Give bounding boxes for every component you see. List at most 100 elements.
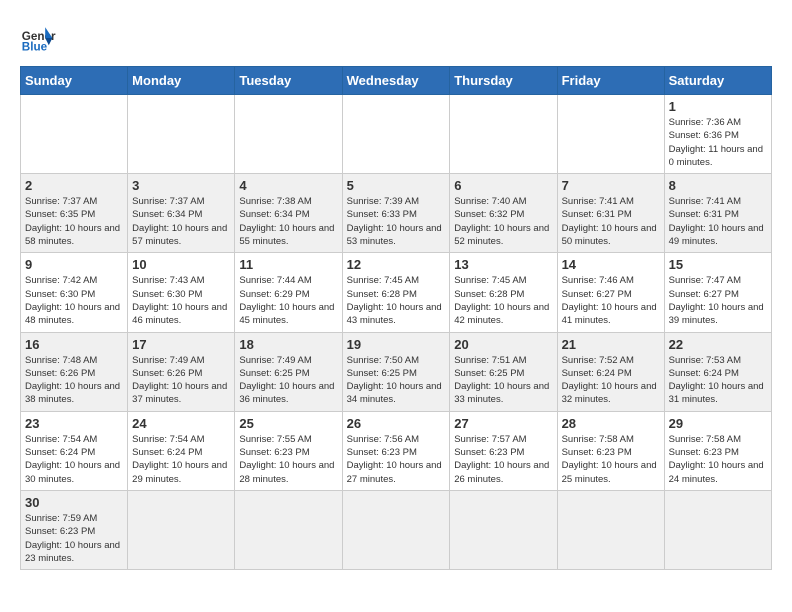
day-info: Sunrise: 7:38 AM Sunset: 6:34 PM Dayligh… [239,195,337,248]
day-number: 2 [25,178,123,193]
day-number: 9 [25,257,123,272]
day-number: 3 [132,178,230,193]
header-thursday: Thursday [450,67,557,95]
day-info: Sunrise: 7:59 AM Sunset: 6:23 PM Dayligh… [25,512,123,565]
calendar-cell [450,490,557,569]
calendar-cell [128,95,235,174]
svg-text:Blue: Blue [22,41,48,54]
day-info: Sunrise: 7:39 AM Sunset: 6:33 PM Dayligh… [347,195,446,248]
day-info: Sunrise: 7:45 AM Sunset: 6:28 PM Dayligh… [454,274,552,327]
calendar-cell [235,490,342,569]
day-number: 19 [347,337,446,352]
day-info: Sunrise: 7:54 AM Sunset: 6:24 PM Dayligh… [25,433,123,486]
calendar-cell: 14 Sunrise: 7:46 AM Sunset: 6:27 PM Dayli… [557,253,664,332]
day-info: Sunrise: 7:57 AM Sunset: 6:23 PM Dayligh… [454,433,552,486]
day-number: 12 [347,257,446,272]
day-number: 17 [132,337,230,352]
header-saturday: Saturday [664,67,771,95]
calendar-week-3: 16 Sunrise: 7:48 AM Sunset: 6:26 PM Dayli… [21,332,772,411]
day-number: 6 [454,178,552,193]
day-info: Sunrise: 7:36 AM Sunset: 6:36 PM Dayligh… [669,116,767,169]
header-sunday: Sunday [21,67,128,95]
day-info: Sunrise: 7:37 AM Sunset: 6:34 PM Dayligh… [132,195,230,248]
day-info: Sunrise: 7:52 AM Sunset: 6:24 PM Dayligh… [562,354,660,407]
day-number: 18 [239,337,337,352]
calendar-cell: 13 Sunrise: 7:45 AM Sunset: 6:28 PM Dayli… [450,253,557,332]
day-info: Sunrise: 7:46 AM Sunset: 6:27 PM Dayligh… [562,274,660,327]
calendar-cell: 10 Sunrise: 7:43 AM Sunset: 6:30 PM Dayli… [128,253,235,332]
day-info: Sunrise: 7:53 AM Sunset: 6:24 PM Dayligh… [669,354,767,407]
day-info: Sunrise: 7:45 AM Sunset: 6:28 PM Dayligh… [347,274,446,327]
day-info: Sunrise: 7:56 AM Sunset: 6:23 PM Dayligh… [347,433,446,486]
day-info: Sunrise: 7:50 AM Sunset: 6:25 PM Dayligh… [347,354,446,407]
calendar: SundayMondayTuesdayWednesdayThursdayFrid… [20,66,772,570]
calendar-cell: 29 Sunrise: 7:58 AM Sunset: 6:23 PM Dayli… [664,411,771,490]
calendar-week-2: 9Sunrise: 7:42 AM Sunset: 6:30 PM Daylig… [21,253,772,332]
calendar-week-5: 30 Sunrise: 7:59 AM Sunset: 6:23 PM Dayli… [21,490,772,569]
calendar-cell: 11Sunrise: 7:44 AM Sunset: 6:29 PM Dayli… [235,253,342,332]
calendar-cell: 8 Sunrise: 7:41 AM Sunset: 6:31 PM Daylig… [664,174,771,253]
day-number: 23 [25,416,123,431]
calendar-cell: 24 Sunrise: 7:54 AM Sunset: 6:24 PM Dayli… [128,411,235,490]
day-number: 29 [669,416,767,431]
day-info: Sunrise: 7:47 AM Sunset: 6:27 PM Dayligh… [669,274,767,327]
day-info: Sunrise: 7:44 AM Sunset: 6:29 PM Dayligh… [239,274,337,327]
header: General Blue [20,20,772,56]
day-info: Sunrise: 7:40 AM Sunset: 6:32 PM Dayligh… [454,195,552,248]
calendar-week-0: 1 Sunrise: 7:36 AM Sunset: 6:36 PM Daylig… [21,95,772,174]
day-number: 5 [347,178,446,193]
day-number: 22 [669,337,767,352]
logo-icon: General Blue [20,20,56,56]
day-number: 21 [562,337,660,352]
day-info: Sunrise: 7:43 AM Sunset: 6:30 PM Dayligh… [132,274,230,327]
day-number: 26 [347,416,446,431]
day-info: Sunrise: 7:54 AM Sunset: 6:24 PM Dayligh… [132,433,230,486]
calendar-cell: 25 Sunrise: 7:55 AM Sunset: 6:23 PM Dayli… [235,411,342,490]
calendar-cell: 15Sunrise: 7:47 AM Sunset: 6:27 PM Dayli… [664,253,771,332]
day-number: 13 [454,257,552,272]
calendar-header-row: SundayMondayTuesdayWednesdayThursdayFrid… [21,67,772,95]
calendar-cell: 12 Sunrise: 7:45 AM Sunset: 6:28 PM Dayli… [342,253,450,332]
day-number: 16 [25,337,123,352]
day-info: Sunrise: 7:55 AM Sunset: 6:23 PM Dayligh… [239,433,337,486]
day-info: Sunrise: 7:49 AM Sunset: 6:26 PM Dayligh… [132,354,230,407]
day-info: Sunrise: 7:49 AM Sunset: 6:25 PM Dayligh… [239,354,337,407]
header-friday: Friday [557,67,664,95]
calendar-cell [557,490,664,569]
calendar-cell: 26 Sunrise: 7:56 AM Sunset: 6:23 PM Dayli… [342,411,450,490]
calendar-cell [21,95,128,174]
day-info: Sunrise: 7:41 AM Sunset: 6:31 PM Dayligh… [669,195,767,248]
day-number: 20 [454,337,552,352]
day-number: 25 [239,416,337,431]
day-number: 14 [562,257,660,272]
day-number: 10 [132,257,230,272]
header-wednesday: Wednesday [342,67,450,95]
day-info: Sunrise: 7:48 AM Sunset: 6:26 PM Dayligh… [25,354,123,407]
day-number: 27 [454,416,552,431]
calendar-week-4: 23 Sunrise: 7:54 AM Sunset: 6:24 PM Dayli… [21,411,772,490]
day-number: 7 [562,178,660,193]
calendar-cell: 18 Sunrise: 7:49 AM Sunset: 6:25 PM Dayli… [235,332,342,411]
day-number: 30 [25,495,123,510]
day-number: 8 [669,178,767,193]
day-number: 28 [562,416,660,431]
day-number: 1 [669,99,767,114]
calendar-cell: 28 Sunrise: 7:58 AM Sunset: 6:23 PM Dayli… [557,411,664,490]
calendar-cell: 27 Sunrise: 7:57 AM Sunset: 6:23 PM Dayli… [450,411,557,490]
day-info: Sunrise: 7:58 AM Sunset: 6:23 PM Dayligh… [562,433,660,486]
calendar-cell [235,95,342,174]
calendar-cell: 30 Sunrise: 7:59 AM Sunset: 6:23 PM Dayli… [21,490,128,569]
header-tuesday: Tuesday [235,67,342,95]
calendar-cell: 22 Sunrise: 7:53 AM Sunset: 6:24 PM Dayli… [664,332,771,411]
day-info: Sunrise: 7:41 AM Sunset: 6:31 PM Dayligh… [562,195,660,248]
calendar-cell [450,95,557,174]
calendar-cell: 23 Sunrise: 7:54 AM Sunset: 6:24 PM Dayli… [21,411,128,490]
calendar-cell: 16 Sunrise: 7:48 AM Sunset: 6:26 PM Dayli… [21,332,128,411]
day-info: Sunrise: 7:58 AM Sunset: 6:23 PM Dayligh… [669,433,767,486]
calendar-cell [128,490,235,569]
day-number: 24 [132,416,230,431]
calendar-cell: 3 Sunrise: 7:37 AM Sunset: 6:34 PM Daylig… [128,174,235,253]
calendar-cell [342,490,450,569]
calendar-cell: 21 Sunrise: 7:52 AM Sunset: 6:24 PM Dayli… [557,332,664,411]
calendar-cell [342,95,450,174]
